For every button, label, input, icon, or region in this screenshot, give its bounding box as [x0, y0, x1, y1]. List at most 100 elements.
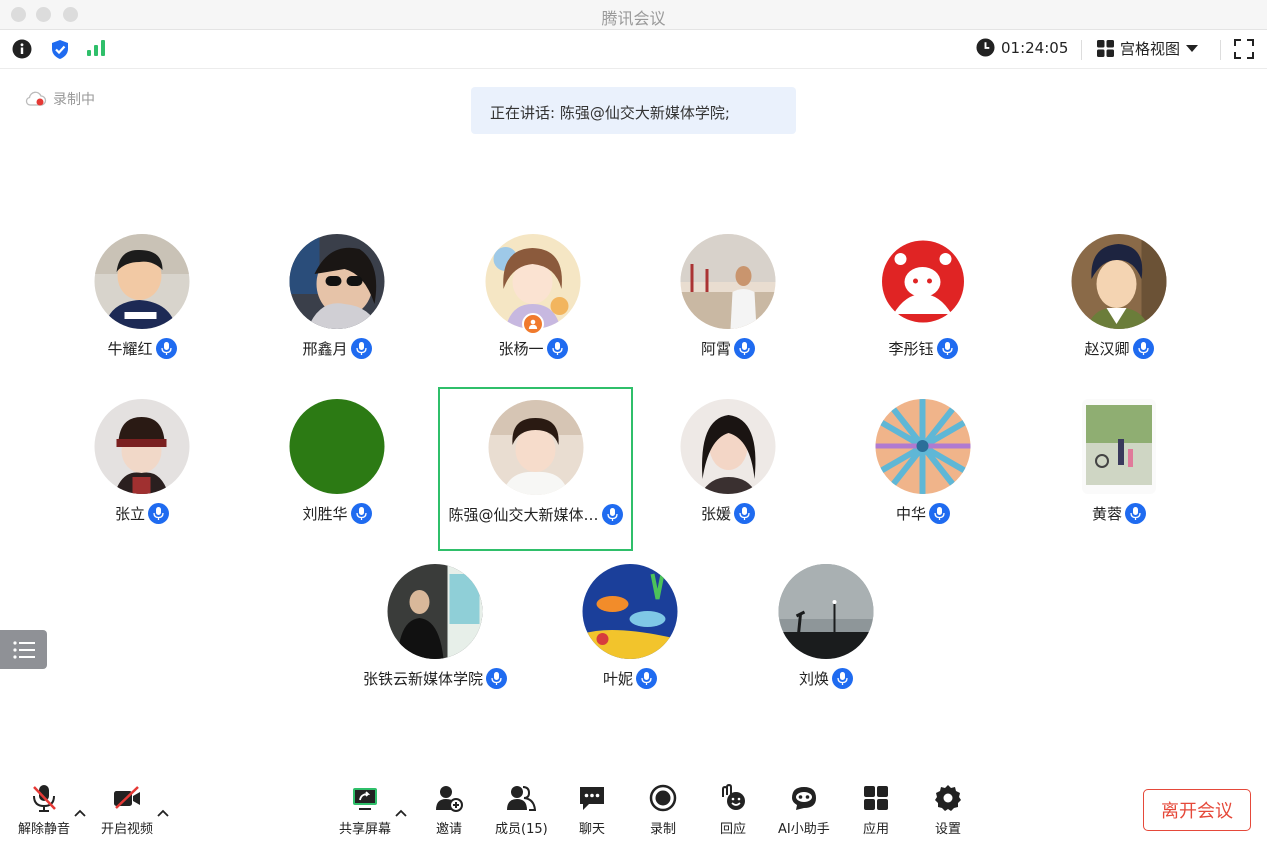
participant-tile[interactable]: 赵汉卿 [1022, 221, 1216, 385]
mic-icon [350, 338, 372, 359]
participant-name-row: 叶妮 [533, 668, 727, 689]
participant-name: 阿霄 [700, 340, 731, 358]
participant-name: 邢鑫月 [302, 340, 348, 358]
share-options-chevron-icon[interactable] [395, 802, 407, 821]
participant-name-row: 邢鑫月 [240, 338, 434, 359]
start-video-button[interactable]: 开启视频 [101, 784, 153, 837]
active-speaker-tile[interactable]: 陈强@仙交大新媒体… [438, 387, 633, 551]
mic-icon [1132, 338, 1154, 359]
mic-icon [486, 668, 507, 689]
participant-name: 刘胜华 [302, 505, 348, 523]
react-button[interactable]: 回应 [719, 784, 747, 837]
chat-icon [580, 787, 604, 810]
mic-icon [1125, 503, 1146, 524]
video-options-chevron-icon[interactable] [157, 802, 169, 821]
avatar [289, 234, 385, 329]
apps-button[interactable]: 应用 [862, 784, 890, 837]
grid-view-icon [1097, 40, 1114, 57]
reaction-icon [722, 784, 745, 810]
shield-icon[interactable] [50, 39, 70, 64]
mic-icon [936, 338, 958, 359]
mic-icon [155, 338, 177, 359]
participant-name-row: 阿霄 [631, 338, 825, 359]
participant-name-row: 李彤钰 [826, 338, 1020, 359]
participant-name-row: 刘胜华 [240, 503, 434, 524]
unmute-label: 解除静音 [18, 822, 71, 837]
avatar [1082, 399, 1156, 494]
audio-options-chevron-icon[interactable] [74, 802, 86, 821]
participant-name: 刘焕 [798, 670, 829, 688]
unmute-button[interactable]: 解除静音 [18, 784, 70, 837]
record-icon [649, 784, 677, 812]
participant-tile[interactable]: 刘焕 [729, 551, 923, 715]
participant-tile[interactable]: 张媛 [631, 386, 825, 550]
divider [1081, 40, 1082, 60]
participant-tile[interactable]: 黄蓉 [1022, 386, 1216, 550]
participant-tile[interactable]: 牛耀红 [45, 221, 239, 385]
apps-icon [864, 786, 888, 810]
members-button[interactable]: 成员(15) [495, 784, 548, 837]
participant-name: 张铁云新媒体学院 [362, 670, 483, 688]
apps-label: 应用 [862, 822, 889, 837]
mic-icon [929, 503, 950, 524]
caret-down-icon [1186, 44, 1199, 52]
fullscreen-icon[interactable] [1234, 39, 1254, 63]
bottom-toolbar: 解除静音 开启视频 共享屏幕 邀请 成员(15) 聊天 录制 回应 AI小助手 … [0, 770, 1267, 845]
participant-tile[interactable]: 阿霄 [631, 221, 825, 385]
info-icon[interactable] [12, 39, 32, 63]
gear-icon [935, 785, 961, 811]
recording-indicator[interactable]: 录制中 [24, 89, 95, 109]
video-off-icon [114, 786, 140, 809]
chat-button[interactable]: 聊天 [578, 784, 606, 837]
view-mode-label: 宫格视图 [1120, 40, 1181, 58]
avatar [289, 399, 385, 494]
share-screen-label: 共享屏幕 [339, 822, 392, 837]
invite-button[interactable]: 邀请 [435, 784, 463, 837]
view-mode-dropdown[interactable]: 宫格视图 [1097, 38, 1199, 59]
avatar [1071, 234, 1167, 329]
mic-icon [350, 503, 372, 524]
participant-name: 叶妮 [602, 670, 633, 688]
mic-icon [546, 338, 568, 359]
participant-name-row: 中华 [826, 503, 1020, 524]
side-panel-toggle[interactable] [0, 630, 47, 669]
participant-tile[interactable]: 张杨一 [436, 221, 630, 385]
participant-name: 李彤钰 [888, 340, 934, 358]
ai-assistant-icon [791, 787, 816, 810]
mic-icon [832, 668, 853, 689]
settings-button[interactable]: 设置 [934, 784, 962, 837]
participant-tile[interactable]: 张铁云新媒体学院 [338, 551, 532, 715]
meeting-timer: 01:24:05 [976, 38, 1068, 57]
avatar [94, 234, 190, 329]
participant-name-row: 牛耀红 [45, 338, 239, 359]
leave-meeting-button[interactable]: 离开会议 [1143, 789, 1251, 831]
participant-name-row: 陈强@仙交大新媒体… [440, 504, 631, 525]
react-label: 回应 [719, 822, 746, 837]
participant-name: 陈强@仙交大新媒体… [448, 506, 599, 524]
record-button[interactable]: 录制 [649, 784, 677, 837]
ai-assistant-button[interactable]: AI小助手 [778, 784, 830, 837]
participant-name-row: 刘焕 [729, 668, 923, 689]
participant-tile[interactable]: 中华 [826, 386, 1020, 550]
participant-name-row: 张立 [45, 503, 239, 524]
divider [1220, 40, 1221, 60]
participant-tile[interactable]: 叶妮 [533, 551, 727, 715]
participant-tile[interactable]: 李彤钰 [826, 221, 1020, 385]
add-person-icon [436, 786, 463, 812]
mic-icon [734, 503, 755, 524]
record-label: 录制 [649, 822, 676, 837]
participant-name: 张媛 [700, 505, 731, 523]
participant-tile[interactable]: 张立 [45, 386, 239, 550]
participant-tile[interactable]: 邢鑫月 [240, 221, 434, 385]
participant-tile[interactable]: 刘胜华 [240, 386, 434, 550]
members-icon [507, 786, 537, 811]
avatar [582, 564, 678, 659]
share-screen-button[interactable]: 共享屏幕 [339, 784, 391, 837]
start-video-label: 开启视频 [101, 822, 154, 837]
avatar [387, 564, 483, 659]
signal-strength-icon[interactable] [86, 39, 106, 61]
participant-name-row: 赵汉卿 [1022, 338, 1216, 359]
mic-icon [148, 503, 169, 524]
cloud-record-icon [25, 91, 47, 106]
mic-icon [601, 504, 623, 525]
